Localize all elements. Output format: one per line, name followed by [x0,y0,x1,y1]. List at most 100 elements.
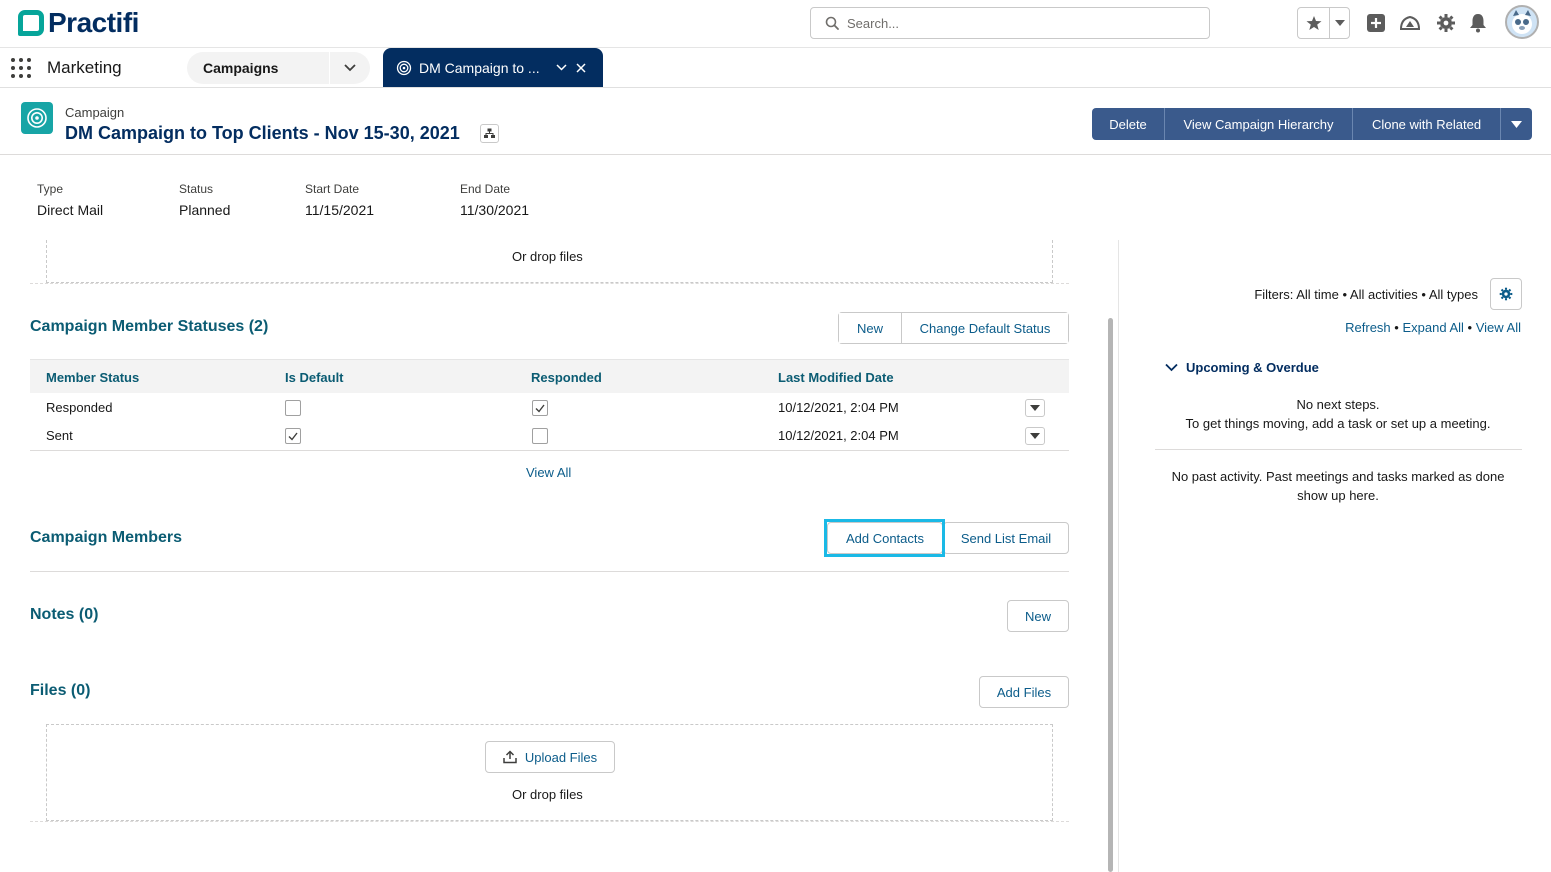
separator-dot: • [1467,320,1476,335]
member-status-cell: Sent [46,428,73,443]
waffle-dot-icon [19,74,23,78]
chevron-down-icon [343,64,356,72]
expand-all-link[interactable]: Expand All [1402,320,1463,335]
app-launcher-button[interactable] [11,58,31,78]
more-actions-button[interactable] [1501,108,1532,140]
clone-with-related-button[interactable]: Clone with Related [1353,108,1501,140]
row-actions-button[interactable] [1025,427,1045,445]
send-list-email-button[interactable]: Send List Email [943,522,1069,554]
table-row: Responded 10/12/2021, 2:04 PM [30,394,1069,422]
workspace-tab-campaign[interactable]: DM Campaign to ... [383,48,603,87]
user-avatar[interactable] [1505,5,1539,39]
check-icon [535,404,545,413]
upload-files-button[interactable]: Upload Files [485,741,615,773]
column-header-last-modified[interactable]: Last Modified Date [778,370,894,385]
column-header-is-default[interactable]: Is Default [285,370,344,385]
highlight-type: Type Direct Mail [37,182,179,218]
new-status-button[interactable]: New [839,313,901,343]
view-campaign-hierarchy-button[interactable]: View Campaign Hierarchy [1165,108,1353,140]
gear-icon [1499,287,1513,301]
waffle-dot-icon [27,66,31,70]
highlight-value: Planned [179,202,231,218]
highlight-status: Status Planned [179,182,305,218]
column-header-member-status[interactable]: Member Status [46,370,139,385]
highlight-value: Direct Mail [37,202,104,218]
highlight-value: 11/15/2021 [305,202,375,218]
add-files-button[interactable]: Add Files [979,676,1069,708]
refresh-link[interactable]: Refresh [1345,320,1391,335]
delete-button[interactable]: Delete [1092,108,1165,140]
files-title[interactable]: Files (0) [30,682,90,700]
record-header: Campaign DM Campaign to Top Clients - No… [0,88,1551,155]
section-divider [30,571,1069,572]
member-statuses-title[interactable]: Campaign Member Statuses (2) [30,318,268,336]
setup-button[interactable] [1435,12,1457,34]
chevron-down-icon [1165,363,1178,372]
star-icon [1306,16,1321,30]
activity-links: Refresh • Expand All • View All [1200,320,1521,335]
favorites-star-button[interactable] [1298,8,1330,38]
new-note-button[interactable]: New [1007,600,1069,632]
tab-dropdown-button[interactable] [551,64,571,71]
logo-text: Practifi [48,7,139,38]
main-scrollbar-thumb[interactable] [1108,318,1113,872]
bell-icon [1470,14,1486,33]
nav-item-label: Campaigns [203,60,279,76]
global-header: Practifi [0,0,1551,48]
global-actions-button[interactable] [1365,12,1387,34]
campaign-members-title[interactable]: Campaign Members [30,529,182,547]
member-statuses-table: Member Status Is Default Responded Last … [30,359,1069,445]
logo-mark-icon [18,10,44,36]
app-name: Marketing [47,58,122,77]
member-status-cell: Responded [46,400,113,415]
caret-down-icon [1030,405,1040,411]
check-icon [288,432,298,441]
notes-title[interactable]: Notes (0) [30,606,98,624]
search-icon [825,16,839,30]
upcoming-overdue-title: Upcoming & Overdue [1186,360,1319,375]
section-divider [30,283,1069,284]
search-input[interactable] [847,15,1187,31]
practifi-logo[interactable]: Practifi [18,8,139,38]
waffle-dot-icon [11,66,15,70]
is-default-checkbox [285,400,301,416]
is-default-checkbox [285,428,301,444]
highlight-start-date: Start Date 11/15/2021 [305,182,460,218]
view-all-link[interactable]: View All [1476,320,1521,335]
upcoming-overdue-toggle[interactable]: Upcoming & Overdue [1165,360,1319,375]
add-contacts-highlight [824,519,945,557]
activity-filters-text: Filters: All time • All activities • All… [1254,287,1478,302]
tab-close-button[interactable] [571,62,591,73]
campaign-icon [396,60,412,76]
chevron-down-icon [555,64,567,71]
table-row: Sent 10/12/2021, 2:04 PM [30,422,1069,450]
upload-icon [503,750,517,764]
responded-checkbox [532,428,548,444]
row-actions-button[interactable] [1025,399,1045,417]
view-all-statuses-link[interactable]: View All [526,465,571,480]
table-bottom-border [30,450,1069,451]
change-default-status-button[interactable]: Change Default Status [901,313,1068,343]
notifications-button[interactable] [1467,12,1489,34]
last-modified-cell: 10/12/2021, 2:04 PM [778,428,899,443]
nav-item-dropdown[interactable] [329,52,369,84]
favorites-button-group [1297,7,1350,39]
column-divider [1118,240,1119,872]
table-header: Member Status Is Default Responded Last … [30,359,1069,393]
global-search[interactable] [810,7,1210,39]
hierarchy-icon [484,128,495,138]
caret-down-icon [1511,120,1522,128]
campaign-icon [27,108,47,128]
column-header-responded[interactable]: Responded [531,370,602,385]
add-icon [1367,14,1385,32]
section-divider [30,821,1069,822]
past-activity-text: No past activity. Past meetings and task… [1171,469,1505,503]
workspace-tab-label: DM Campaign to ... [419,59,540,76]
trailhead-button[interactable] [1399,12,1421,34]
nav-item-campaigns[interactable]: Campaigns [187,52,370,84]
highlight-label: Start Date [305,182,360,196]
hierarchy-button[interactable] [480,124,499,143]
highlight-value: 11/30/2021 [460,202,530,218]
favorites-dropdown-button[interactable] [1330,8,1349,38]
activity-settings-button[interactable] [1490,278,1522,310]
